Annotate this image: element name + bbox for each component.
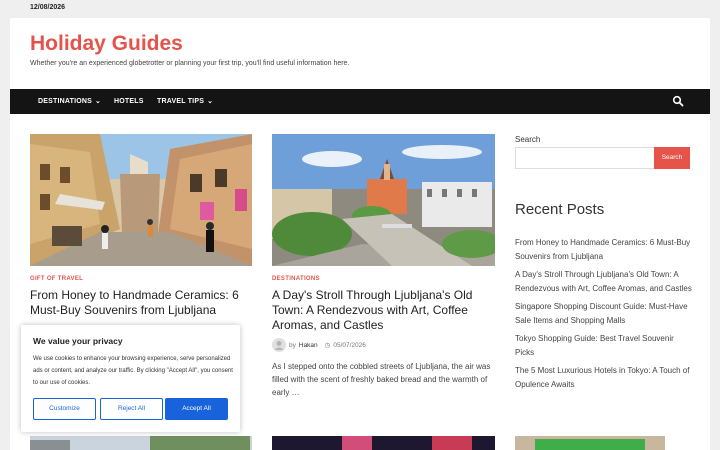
nav-item-label: DESTINATIONS: [38, 98, 92, 105]
nav-item-label: HOTELS: [114, 98, 144, 105]
post-meta: by Hakan ◷ 05/07/2026: [272, 338, 366, 352]
post-category[interactable]: GIFT OF TRAVEL: [30, 276, 83, 282]
recent-posts-list: From Honey to Handmade Ceramics: 6 Must-…: [515, 236, 693, 396]
clock-icon: ◷: [324, 342, 331, 349]
cookie-title: We value your privacy: [33, 336, 123, 346]
cookie-reject-button[interactable]: Reject All: [100, 398, 163, 420]
post-title[interactable]: From Honey to Handmade Ceramics: 6 Must-…: [30, 288, 256, 318]
cookie-accept-button[interactable]: Accept All: [165, 398, 228, 420]
post-date[interactable]: 05/07/2026: [333, 342, 366, 349]
cookie-consent-dialog: We value your privacy We use cookies to …: [21, 325, 240, 432]
site-description: Whether you're an experienced globetrott…: [30, 60, 350, 67]
nav-item-label: TRAVEL TIPS: [157, 98, 205, 105]
cookie-customize-button[interactable]: Customize: [33, 398, 96, 420]
current-date: 12/08/2026: [30, 4, 66, 11]
sidebar-search-input[interactable]: [515, 147, 655, 169]
chevron-down-icon: ⌄: [95, 98, 102, 105]
post-excerpt: As I stepped onto the cobbled streets of…: [272, 362, 491, 397]
chevron-down-icon: ⌄: [207, 98, 214, 105]
site-title[interactable]: Holiday Guides: [30, 32, 183, 56]
cookie-text: We use cookies to enhance your browsing …: [33, 356, 233, 386]
recent-post-link[interactable]: From Honey to Handmade Ceramics: 6 Must-…: [515, 236, 693, 263]
recent-post-link[interactable]: The 5 Most Luxurious Hotels in Tokyo: A …: [515, 364, 693, 391]
post-author[interactable]: Hakan: [299, 342, 318, 349]
byline-prefix: by: [289, 341, 296, 349]
sidebar-search-label: Search: [515, 135, 541, 144]
post-thumbnail[interactable]: [272, 436, 495, 450]
nav-item-hotels[interactable]: HOTELS: [114, 89, 144, 114]
search-icon[interactable]: [672, 95, 684, 107]
nav-item-travel-tips[interactable]: TRAVEL TIPS ⌄: [157, 89, 213, 114]
recent-post-link[interactable]: Tokyo Shopping Guide: Best Travel Souven…: [515, 332, 693, 359]
sidebar-image: [515, 436, 665, 450]
recent-posts-heading: Recent Posts: [515, 201, 605, 218]
recent-post-link[interactable]: Singapore Shopping Discount Guide: Must-…: [515, 300, 693, 327]
post-title[interactable]: A Day's Stroll Through Ljubljana's Old T…: [272, 288, 498, 333]
main-nav: DESTINATIONS ⌄ HOTELS TRAVEL TIPS ⌄: [10, 89, 710, 114]
nav-item-destinations[interactable]: DESTINATIONS ⌄: [38, 89, 101, 114]
post-thumbnail[interactable]: [30, 436, 252, 450]
post-category[interactable]: DESTINATIONS: [272, 276, 320, 282]
recent-post-link[interactable]: A Day's Stroll Through Ljubljana's Old T…: [515, 268, 693, 295]
post-thumbnail-old-town[interactable]: [272, 134, 495, 266]
avatar: [272, 338, 286, 352]
post-thumbnail-street[interactable]: [30, 134, 252, 266]
sidebar-search-button[interactable]: Search: [654, 147, 690, 169]
top-bar: 12/08/2026: [0, 0, 720, 18]
